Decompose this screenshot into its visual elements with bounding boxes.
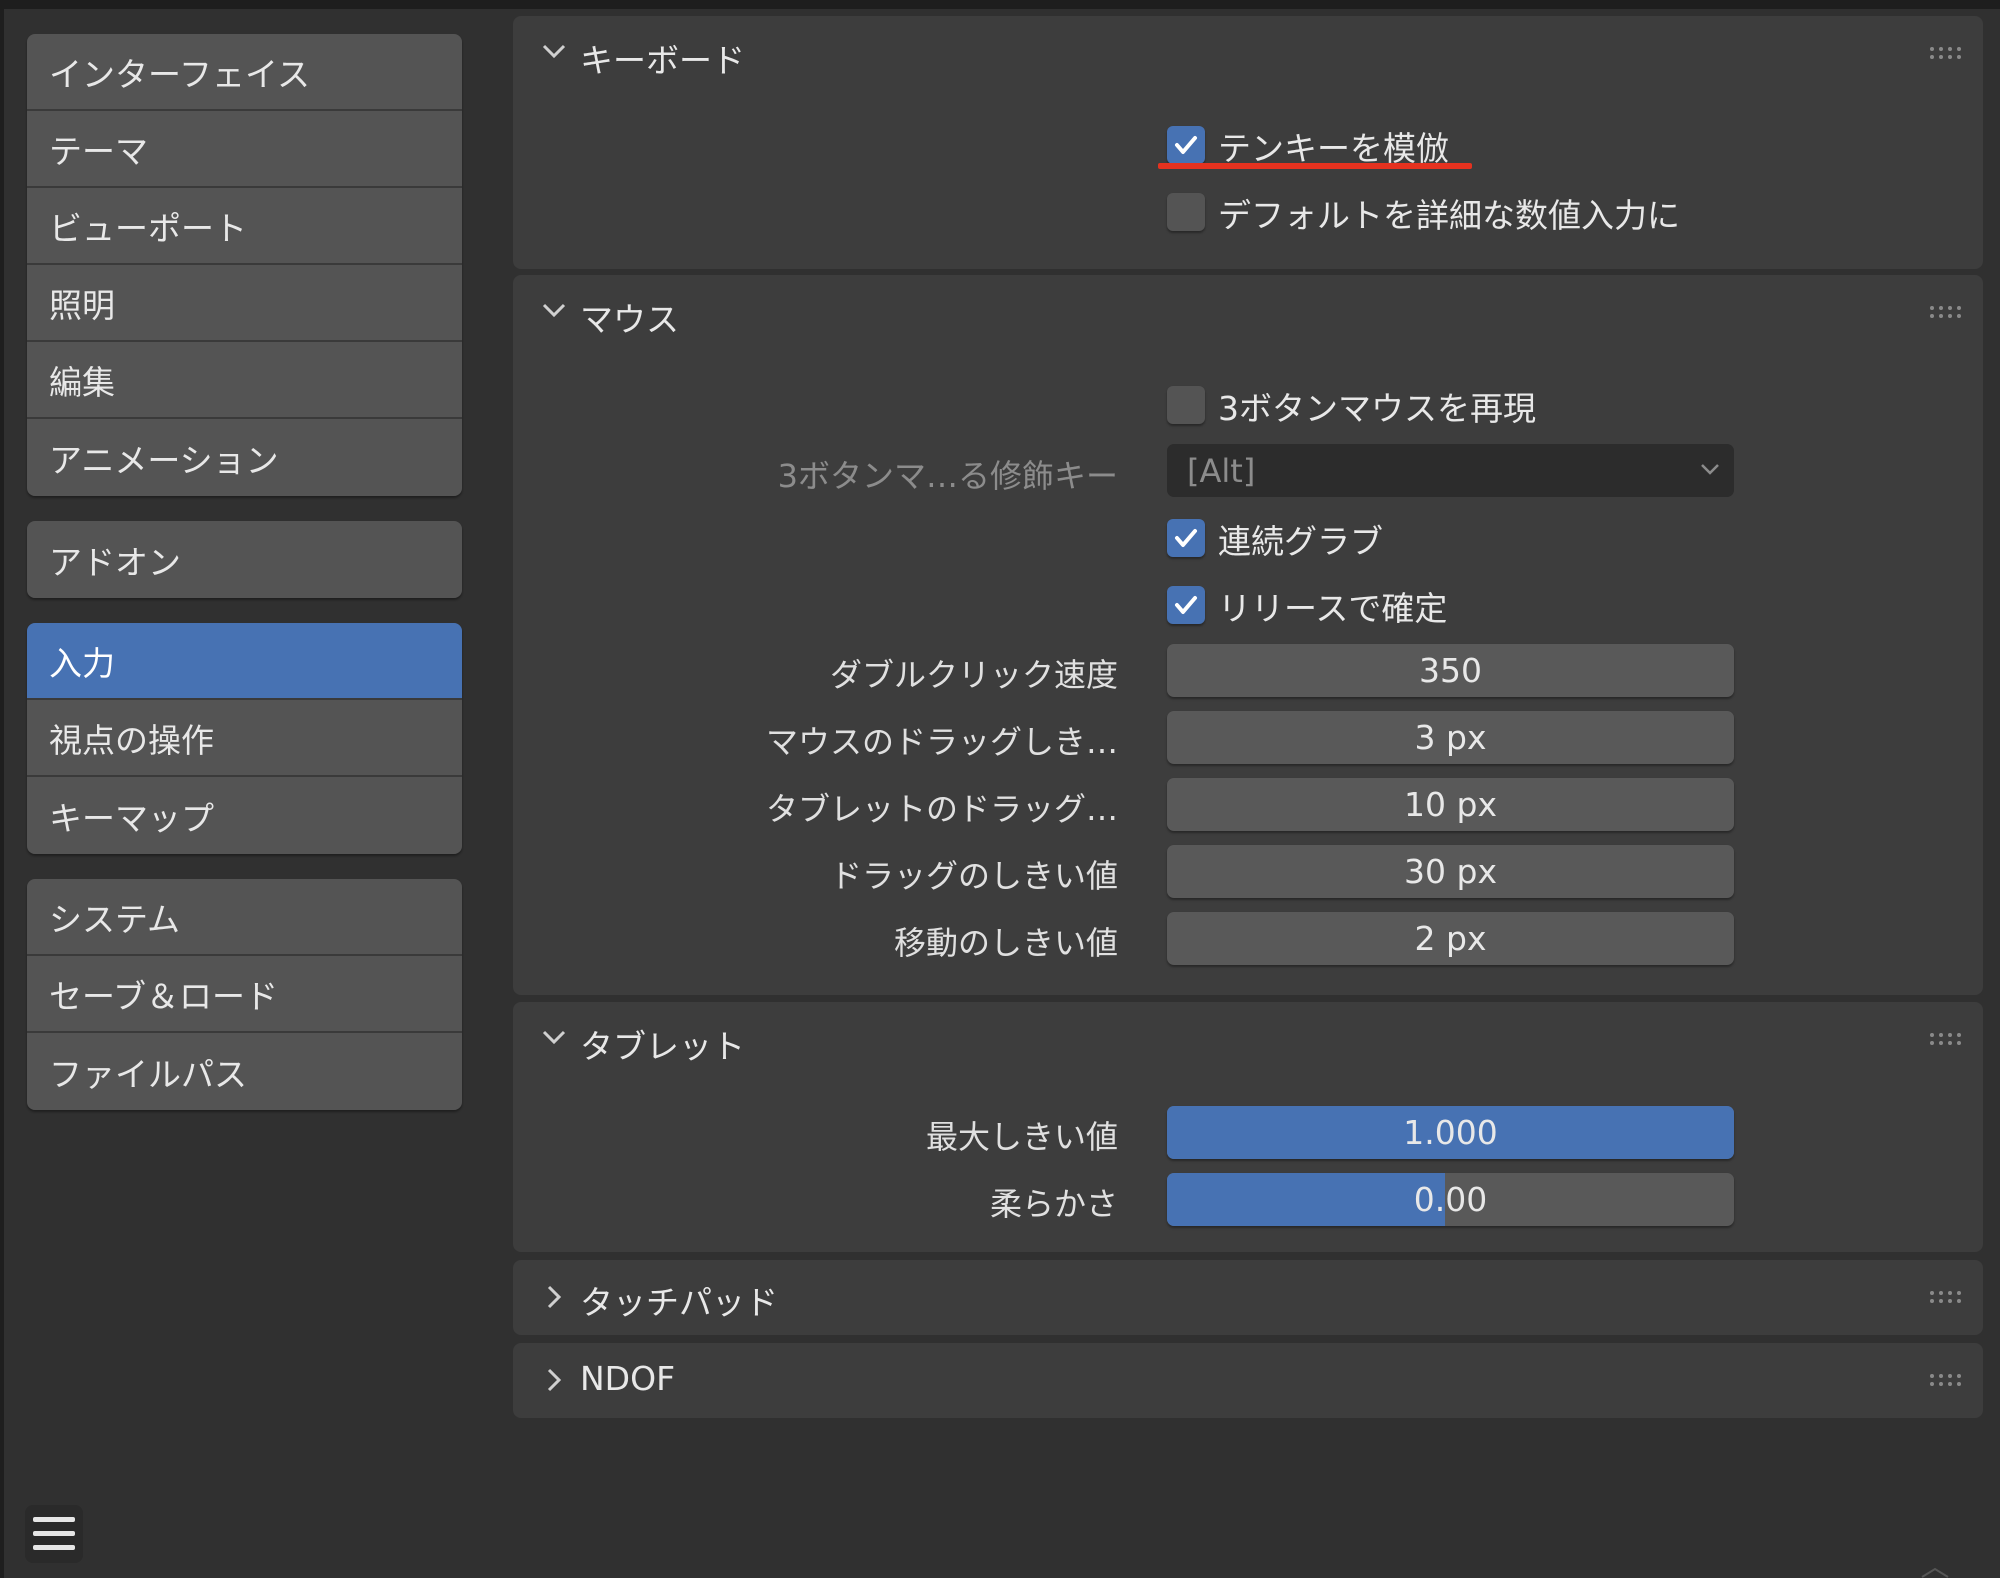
keyboard-panel: キーボード テンキーを模倣 デフォルトを詳細な数値入力に [513,16,1983,269]
touchpad-panel: タッチパッド [513,1260,1983,1335]
ndof-panel-header[interactable]: NDOF [513,1343,1983,1418]
highlight-underline [1158,163,1472,169]
continuous-grab-checkbox[interactable] [1167,519,1205,557]
sidebar-item[interactable]: アニメーション [27,419,462,496]
sidebar-item[interactable]: セーブ＆ロード [27,956,462,1033]
mouse-drag-threshold-field[interactable]: 3 px [1167,711,1734,764]
sidebar-item[interactable]: キーマップ [27,777,462,854]
mouse-panel-header[interactable]: マウス [513,275,1983,355]
hamburger-menu-button[interactable] [25,1505,83,1563]
drag-grip-icon[interactable] [1929,46,1963,60]
emulate-numpad-checkbox[interactable] [1167,126,1205,164]
emulate-3-button-label[interactable]: 3ボタンマウスを再現 [1218,382,1536,430]
sidebar-group: システム セーブ＆ロード ファイルパス [27,879,462,1110]
move-threshold-value: 2 px [1414,919,1487,958]
double-click-field[interactable]: 350 [1167,644,1734,697]
double-click-value: 350 [1419,651,1482,690]
sidebar-item[interactable]: システム [27,879,462,956]
sidebar-item[interactable]: ビューポート [27,188,462,265]
drag-grip-icon[interactable] [1929,305,1963,319]
sidebar-item[interactable]: インターフェイス [27,34,462,111]
sidebar-item[interactable]: テーマ [27,111,462,188]
move-threshold-field[interactable]: 2 px [1167,912,1734,965]
default-detailed-numeric-label[interactable]: デフォルトを詳細な数値入力に [1218,189,1680,237]
touchpad-panel-title: タッチパッド [580,1283,778,1322]
tablet-drag-threshold-label: タブレットのドラッグ… [765,790,1118,828]
mouse-drag-threshold-value: 3 px [1414,718,1487,757]
ndof-panel-title: NDOF [580,1359,676,1398]
softness-label: 柔らかさ [989,1185,1118,1223]
emulate-modifier-value: [Alt] [1187,451,1256,490]
release-confirm-checkbox[interactable] [1167,586,1205,624]
keyboard-panel-header[interactable]: キーボード [513,16,1983,96]
emulate-modifier-dropdown[interactable]: [Alt] [1167,444,1734,497]
double-click-label: ダブルクリック速度 [829,656,1118,694]
tablet-panel: タブレット 最大しきい値 1.000 柔らかさ 0.00 [513,1002,1983,1252]
mouse-panel-title: マウス [580,300,679,339]
hamburger-icon [33,1517,75,1551]
softness-fill [1167,1173,1445,1226]
keyboard-panel-title: キーボード [580,41,745,80]
sidebar-item[interactable]: 視点の操作 [27,700,462,777]
window-left-border [0,0,4,1578]
drag-threshold-field[interactable]: 30 px [1167,845,1734,898]
checkmark-icon [1175,136,1197,154]
emulate-modifier-label: 3ボタンマ…る修飾キー [777,457,1118,495]
move-threshold-label: 移動のしきい値 [893,924,1118,962]
chevron-down-icon [542,44,566,59]
drag-grip-icon[interactable] [1929,1290,1963,1304]
default-detailed-numeric-checkbox[interactable] [1167,193,1205,231]
tablet-drag-threshold-field[interactable]: 10 px [1167,778,1734,831]
chevron-down-icon [542,1030,566,1045]
chevron-right-icon [547,1285,562,1309]
continuous-grab-label[interactable]: 連続グラブ [1218,515,1383,563]
release-confirm-label[interactable]: リリースで確定 [1218,582,1447,630]
drag-threshold-label: ドラッグのしきい値 [829,857,1118,895]
chevron-down-icon [542,303,566,318]
chevron-right-icon [547,1368,562,1392]
tablet-panel-title: タブレット [580,1027,745,1066]
drag-threshold-value: 30 px [1404,852,1497,891]
tablet-panel-header[interactable]: タブレット [513,1002,1983,1082]
preferences-sidebar: インターフェイス テーマ ビューポート 照明 編集 アニメーション アドオン 入力 視点の操作キ… [27,34,462,1135]
sidebar-item[interactable]: 編集 [27,342,462,419]
drag-grip-icon[interactable] [1929,1373,1963,1387]
drag-grip-icon[interactable] [1929,1032,1963,1046]
max-threshold-label: 最大しきい値 [925,1118,1118,1156]
sidebar-item[interactable]: 入力 [27,623,462,700]
sidebar-item[interactable]: 照明 [27,265,462,342]
mouse-drag-threshold-label: マウスのドラッグしき… [765,723,1118,761]
chevron-down-icon [1701,464,1719,475]
softness-value: 0.00 [1413,1180,1488,1219]
checkmark-icon [1175,529,1197,547]
mouse-panel: マウス 3ボタンマウスを再現 3ボタンマ…る修飾キー [Alt] 連続グラブ リ… [513,275,1983,995]
sidebar-group: アドオン [27,521,462,598]
checkmark-icon [1175,596,1197,614]
sidebar-item[interactable]: ファイルパス [27,1033,462,1110]
ndof-panel: NDOF [513,1343,1983,1418]
tablet-drag-threshold-value: 10 px [1404,785,1497,824]
sidebar-item[interactable]: アドオン [27,521,462,598]
emulate-3-button-checkbox[interactable] [1167,386,1205,424]
max-threshold-value: 1.000 [1403,1113,1498,1152]
sidebar-group: 入力 視点の操作 キーマップ [27,623,462,854]
max-threshold-slider[interactable]: 1.000 [1167,1106,1734,1159]
softness-slider[interactable]: 0.00 [1167,1173,1734,1226]
sidebar-group: インターフェイス テーマ ビューポート 照明 編集 アニメーション [27,34,462,496]
window-top-border [0,0,2000,9]
touchpad-panel-header[interactable]: タッチパッド [513,1260,1983,1335]
resize-corner-icon[interactable] [1920,1566,1950,1578]
